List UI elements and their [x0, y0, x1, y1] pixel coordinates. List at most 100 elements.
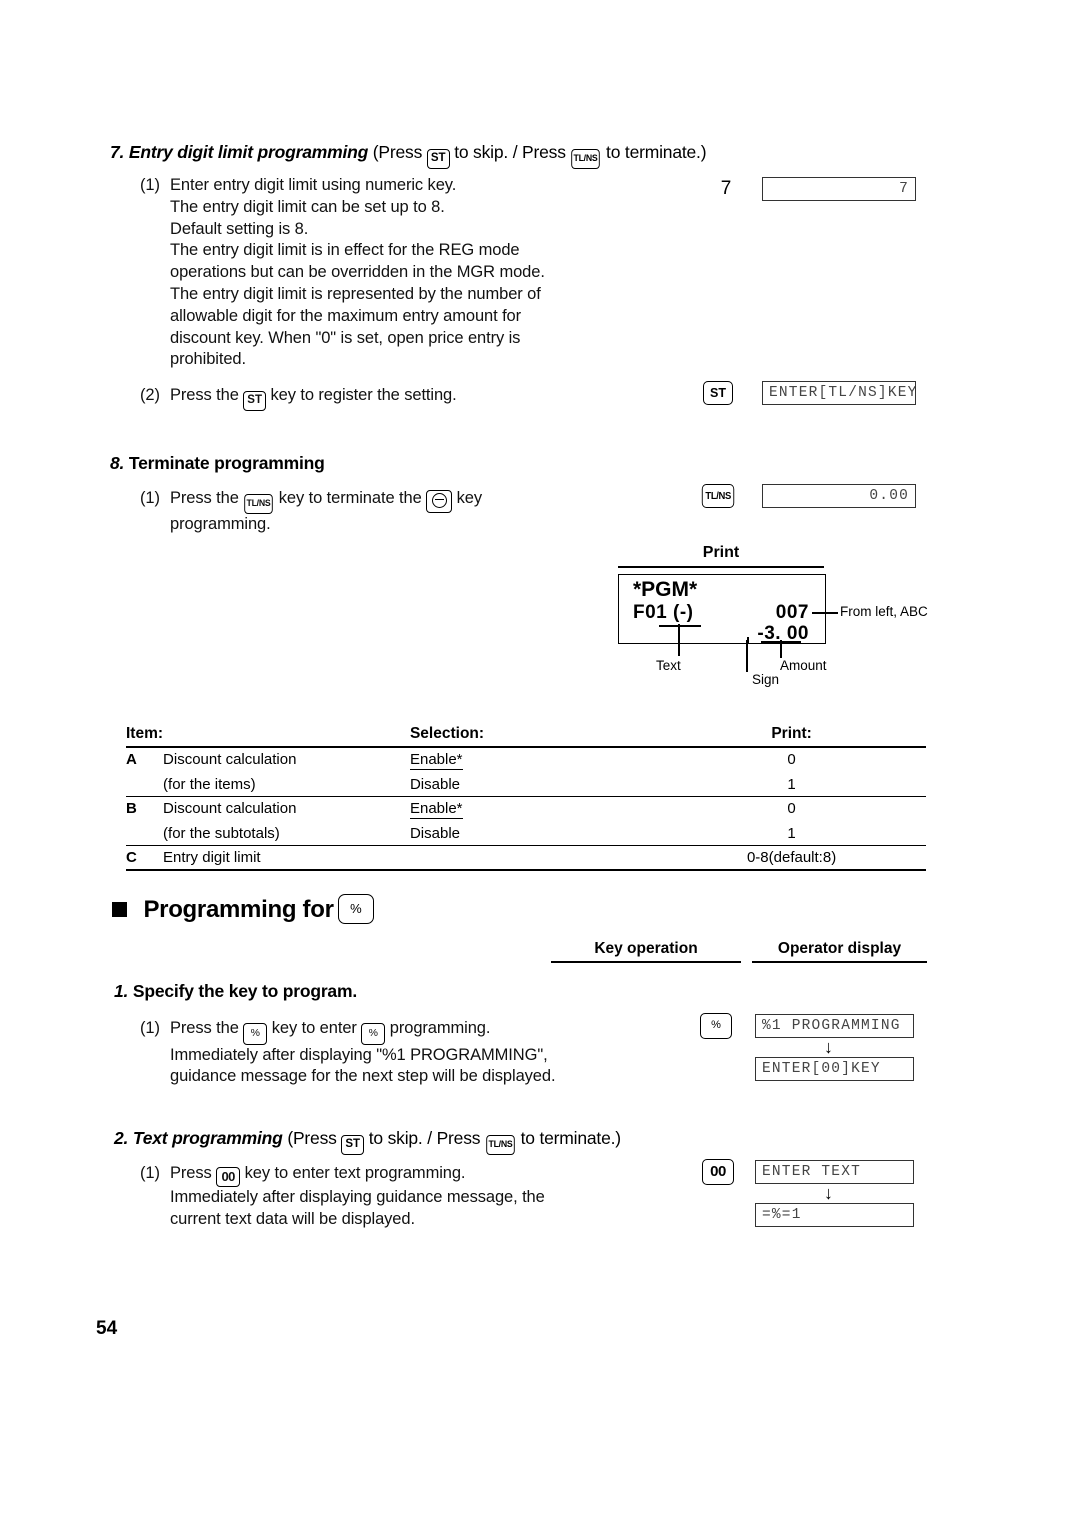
- row-letter: [126, 822, 164, 846]
- table-header-row: Item: Selection: Print:: [126, 725, 926, 748]
- print-title-rule: [618, 566, 824, 568]
- callout-line-from-left: [812, 612, 838, 614]
- programming-for-label: Programming for: [143, 896, 334, 923]
- section-7-step1: (1) Enter entry digit limit using numeri…: [140, 175, 700, 371]
- section-p2-number: 2.: [114, 1128, 129, 1148]
- operator-display-pct1-programming: %1 PROGRAMMING: [755, 1014, 914, 1038]
- text-underline-marker: [659, 625, 701, 627]
- callout-line-amount: [780, 640, 782, 658]
- tlns-key-icon: TL/NS: [701, 484, 735, 508]
- percent-key-icon: %: [338, 894, 374, 924]
- row-selection: Disable: [409, 822, 658, 846]
- percent-key-icon: %: [361, 1023, 386, 1045]
- step-text-before: Press: [170, 1164, 212, 1182]
- section-p1-number: 1.: [114, 981, 129, 1001]
- row-letter: [126, 773, 164, 797]
- step-line: discount key. When "0" is set, open pric…: [170, 328, 521, 347]
- section-p2-title: Text programming: [132, 1128, 283, 1148]
- row-selection: Enable*: [409, 797, 657, 823]
- step-line: The entry digit limit is represented by …: [170, 284, 541, 303]
- section-7-note-open: (Press: [372, 142, 423, 162]
- row-item: (for the items): [163, 773, 410, 797]
- table-header-print: Print:: [657, 725, 926, 748]
- table-row: B Discount calculation Enable* 0: [126, 797, 926, 823]
- flow-arrow-down-icon: ↓: [824, 1183, 833, 1203]
- minus-key-icon: [426, 489, 453, 513]
- st-key-icon: ST: [426, 149, 450, 169]
- double-zero-key-icon: 00: [216, 1166, 241, 1187]
- double-zero-key-icon: 00: [702, 1159, 734, 1185]
- column-header-operator-display: Operator display: [752, 940, 927, 963]
- receipt-f-rest: 01 (-): [645, 602, 694, 623]
- programming-for-heading: Programming for %: [112, 894, 374, 924]
- operator-display-entry-digit: 7: [762, 177, 916, 201]
- callout-line-sign: [746, 640, 748, 672]
- step-line: programming.: [170, 515, 271, 533]
- column-header-key-operation: Key operation: [551, 940, 741, 963]
- row-letter: C: [126, 845, 164, 871]
- step-text-before: Press the: [170, 1019, 239, 1037]
- step-marker: (1): [140, 489, 160, 507]
- operator-display-current-text: =%=1: [755, 1203, 914, 1227]
- row-selection: [409, 845, 658, 871]
- table-row: A Discount calculation Enable* 0: [126, 747, 926, 773]
- circle-minus-glyph: [431, 493, 447, 508]
- row-item: (for the subtotals): [163, 822, 410, 846]
- row-selection: Enable*: [409, 747, 657, 773]
- table-body: A Discount calculation Enable* 0 (for th…: [126, 747, 926, 871]
- row-print: 1: [657, 822, 926, 846]
- section-7-title: Entry digit limit programming: [128, 142, 369, 162]
- step-line: operations but can be overridden in the …: [170, 263, 545, 282]
- step-line: current text data will be displayed.: [170, 1209, 415, 1228]
- table-header-selection: Selection:: [409, 725, 658, 748]
- row-selection-label: Enable*: [409, 751, 463, 770]
- section-8-number: 8.: [110, 453, 125, 473]
- key-operation-numeric-7: 7: [720, 178, 732, 199]
- step-text-after: key to enter text programming.: [244, 1164, 466, 1182]
- table-header-item: Item:: [126, 725, 164, 748]
- step-marker: (1): [140, 1019, 160, 1037]
- step-line: The entry digit limit is in effect for t…: [170, 241, 520, 260]
- key-operation-double-zero: 00: [702, 1159, 734, 1185]
- callout-from-left-abc: From left, ABC: [840, 604, 928, 619]
- step-text-middle: key to terminate the: [278, 489, 422, 507]
- section-8-title: Terminate programming: [128, 453, 325, 473]
- operator-display-enter-00-key: ENTER[00]KEY: [755, 1057, 914, 1081]
- step-text-middle: key to enter: [271, 1019, 357, 1037]
- step-text-after: key: [456, 489, 483, 507]
- tlns-key-icon: TL/NS: [571, 149, 601, 169]
- section-p2-heading: 2. Text programming (Press ST to skip. /…: [114, 1128, 934, 1155]
- table-row: (for the subtotals) Disable 1: [126, 822, 926, 846]
- receipt-code-007: 007: [775, 602, 809, 623]
- operator-display-enter-tlns-key: ENTER[TL/NS]KEY: [762, 381, 916, 405]
- step-line: Enter entry digit limit using numeric ke…: [170, 176, 457, 194]
- step-text-before: Press the: [170, 489, 239, 507]
- step-marker: (1): [140, 1164, 160, 1182]
- row-letter: A: [126, 751, 137, 768]
- tlns-key-icon: TL/NS: [486, 1135, 515, 1155]
- section-p1-step1: (1) Press the % key to enter % programmi…: [140, 1018, 700, 1088]
- key-operation-tlns: TL/NS: [700, 484, 736, 508]
- step-marker: (2): [140, 386, 160, 404]
- section-7-heading: 7. Entry digit limit programming (Press …: [110, 142, 930, 169]
- operator-display-enter-text: ENTER TEXT: [755, 1160, 914, 1184]
- print-sample-title: Print: [702, 544, 740, 561]
- callout-amount: Amount: [780, 658, 827, 673]
- operator-display-zero-amount: 0.00: [762, 484, 916, 508]
- step-text-after: key to register the setting.: [270, 386, 457, 404]
- step-line: allowable digit for the maximum entry am…: [170, 306, 522, 325]
- section-7-skip-text: to skip. / Press: [454, 142, 566, 162]
- section-p2-note-open: (Press: [287, 1128, 337, 1148]
- section-7-step2: (2) Press the ST key to register the set…: [140, 385, 700, 411]
- section-8-step1: (1) Press the TL/NS key to terminate the…: [140, 488, 700, 536]
- step-line: Immediately after displaying guidance me…: [170, 1188, 545, 1206]
- page-number: 54: [96, 1318, 118, 1339]
- row-letter: B: [126, 800, 137, 817]
- step-text-before: Press the: [170, 386, 239, 404]
- section-p1-title: Specify the key to program.: [132, 981, 357, 1001]
- callout-line-text: [678, 624, 680, 656]
- step-line: Immediately after displaying "%1 PROGRAM…: [170, 1045, 548, 1064]
- row-print: 1: [657, 773, 926, 797]
- row-item: Discount calculation: [163, 751, 297, 768]
- step-line: guidance message for the next step will …: [170, 1067, 556, 1086]
